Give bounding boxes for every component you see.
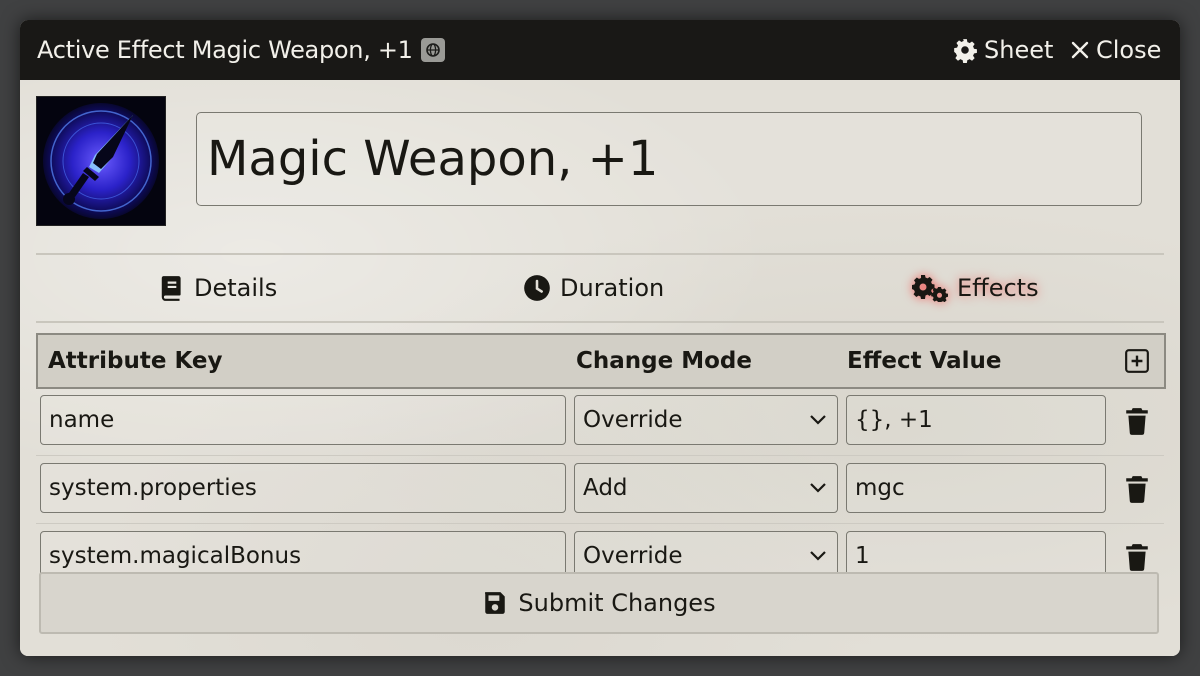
changes-table-header: Attribute Key Change Mode Effect Value [36, 333, 1166, 389]
change-mode-value: Override [583, 407, 683, 433]
attribute-key-value: system.magicalBonus [49, 543, 302, 569]
clock-icon [524, 275, 550, 301]
row-divider [36, 455, 1164, 456]
active-effect-window: Active Effect Magic Weapon, +1 Sheet Clo… [20, 20, 1180, 656]
submit-changes-button[interactable]: Submit Changes [39, 572, 1159, 634]
attribute-key-header: Attribute Key [48, 348, 223, 374]
change-mode-value: Add [583, 475, 628, 501]
change-mode-select[interactable]: Override [574, 395, 838, 445]
effect-value-input[interactable]: mgc [846, 463, 1106, 513]
chevron-down-icon [810, 415, 826, 425]
sheet-button[interactable]: Sheet [952, 20, 1053, 80]
close-label: Close [1096, 36, 1162, 64]
effect-value-text: {}, +1 [855, 407, 933, 433]
book-icon [161, 276, 181, 301]
tab-duration[interactable]: Duration [523, 255, 664, 321]
change-mode-value: Override [583, 543, 683, 569]
effect-value-text: mgc [855, 475, 905, 501]
effect-name-value: Magic Weapon, +1 [207, 131, 659, 187]
add-change-button[interactable] [1124, 335, 1150, 387]
effect-name-input[interactable]: Magic Weapon, +1 [196, 112, 1142, 206]
chevron-down-icon [810, 551, 826, 561]
attribute-key-value: system.properties [49, 475, 257, 501]
divider [36, 321, 1164, 323]
tab-duration-label: Duration [560, 274, 665, 302]
tab-details-label: Details [194, 274, 278, 302]
trash-icon [1126, 476, 1148, 503]
change-mode-select[interactable]: Add [574, 463, 838, 513]
tab-effects-label: Effects [957, 274, 1039, 302]
submit-changes-label: Submit Changes [518, 589, 716, 617]
window-title: Active Effect Magic Weapon, +1 [37, 20, 445, 80]
window-content: Magic Weapon, +1 Details Duration Effect… [20, 80, 1180, 656]
chevron-down-icon [810, 483, 826, 493]
attribute-key-input[interactable]: system.properties [40, 463, 566, 513]
trash-icon [1126, 408, 1148, 435]
trash-icon [1126, 544, 1148, 571]
close-button[interactable]: Close [1070, 20, 1161, 80]
effect-value-header: Effect Value [847, 348, 1002, 374]
row-divider [36, 523, 1164, 524]
effect-value-input[interactable]: {}, +1 [846, 395, 1106, 445]
plus-square-icon [1125, 349, 1149, 373]
effect-image[interactable] [36, 96, 166, 226]
attribute-key-value: name [49, 407, 115, 433]
sheet-label: Sheet [984, 36, 1054, 64]
tab-effects[interactable]: Effects [912, 255, 1039, 321]
close-icon [1071, 41, 1089, 59]
gear-icon [954, 39, 977, 63]
delete-change-button[interactable] [1124, 543, 1150, 575]
attribute-key-input[interactable]: name [40, 395, 566, 445]
globe-icon[interactable] [420, 38, 445, 62]
change-row: name Override {}, +1 [36, 389, 1164, 455]
window-titlebar[interactable]: Active Effect Magic Weapon, +1 Sheet Clo… [20, 20, 1180, 80]
delete-change-button[interactable] [1124, 475, 1150, 507]
gears-icon [912, 275, 948, 302]
window-title-text: Active Effect Magic Weapon, +1 [37, 36, 413, 64]
change-mode-header: Change Mode [576, 348, 752, 374]
tab-details[interactable]: Details [159, 255, 277, 321]
save-icon [485, 592, 506, 614]
change-row: system.properties Add mgc [36, 457, 1164, 523]
delete-change-button[interactable] [1124, 407, 1150, 439]
effect-value-text: 1 [855, 543, 870, 569]
